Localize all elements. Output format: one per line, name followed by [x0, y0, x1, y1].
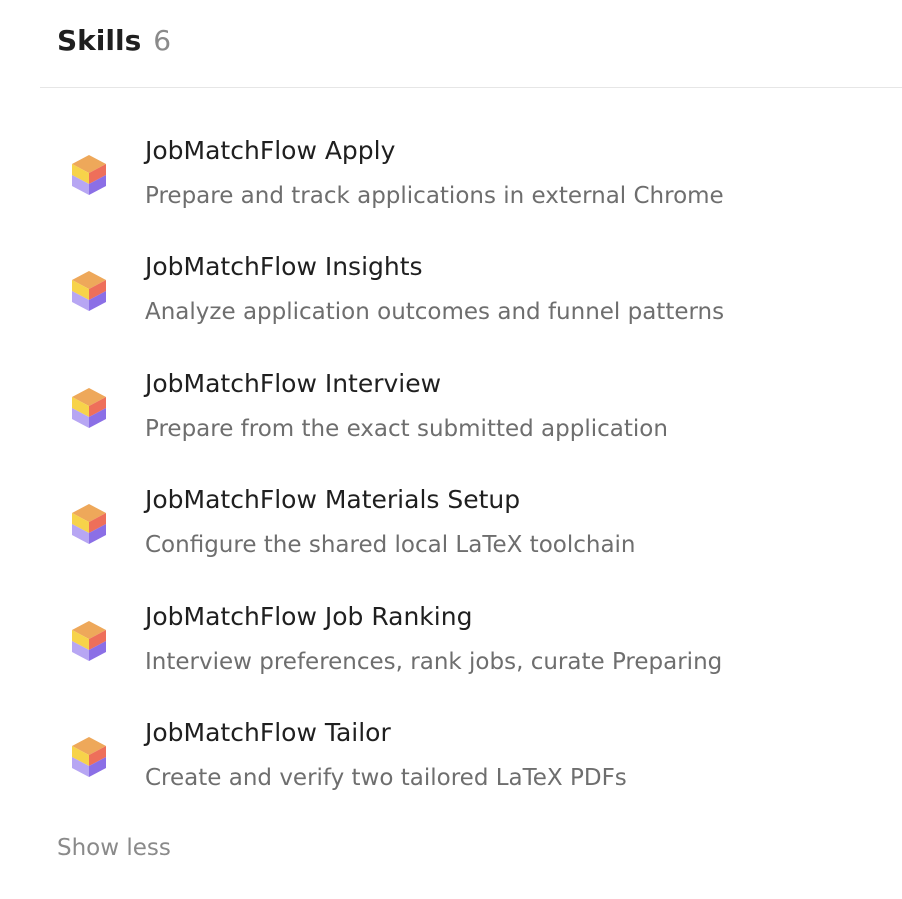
skill-description: Interview preferences, rank jobs, curate… — [145, 648, 723, 675]
skill-description: Create and verify two tailored LaTeX PDF… — [145, 764, 627, 791]
cube-icon — [72, 155, 106, 195]
skill-name: JobMatchFlow Interview — [145, 368, 442, 398]
cube-icon — [72, 271, 106, 312]
skill-name: JobMatchFlow Job Ranking — [145, 601, 473, 631]
skill-item-tailor[interactable]: JobMatchFlow Tailor Create and verify tw… — [0, 710, 902, 826]
skills-count: 6 — [153, 24, 172, 57]
cube-icon — [72, 736, 106, 777]
skill-name: JobMatchFlow Insights — [145, 252, 423, 282]
skill-name: JobMatchFlow Tailor — [145, 717, 391, 747]
skills-header: Skills 6 — [57, 24, 171, 68]
skill-description: Prepare from the exact submitted applica… — [145, 415, 668, 442]
cube-icon — [72, 504, 106, 545]
skill-item-insights[interactable]: JobMatchFlow Insights Analyze applicatio… — [0, 244, 902, 360]
skill-item-interview[interactable]: JobMatchFlow Interview Prepare from the … — [0, 361, 902, 477]
header-divider — [40, 87, 902, 88]
skill-description: Analyze application outcomes and funnel … — [145, 299, 725, 326]
skill-name: JobMatchFlow Materials Setup — [145, 485, 521, 515]
skill-item-apply[interactable]: JobMatchFlow Apply Prepare and track app… — [0, 128, 902, 244]
skill-item-materials-setup[interactable]: JobMatchFlow Materials Setup Configure t… — [0, 477, 902, 593]
skill-item-job-ranking[interactable]: JobMatchFlow Job Ranking Interview prefe… — [0, 594, 902, 710]
cube-icon — [72, 387, 106, 428]
show-less-link[interactable]: Show less — [57, 835, 171, 861]
section-title: Skills — [57, 24, 142, 57]
skills-list: JobMatchFlow Apply Prepare and track app… — [0, 128, 902, 826]
skill-description: Configure the shared local LaTeX toolcha… — [145, 532, 636, 559]
skill-name: JobMatchFlow Apply — [145, 136, 396, 165]
skill-description: Prepare and track applications in extern… — [145, 183, 724, 209]
cube-icon — [72, 620, 106, 661]
